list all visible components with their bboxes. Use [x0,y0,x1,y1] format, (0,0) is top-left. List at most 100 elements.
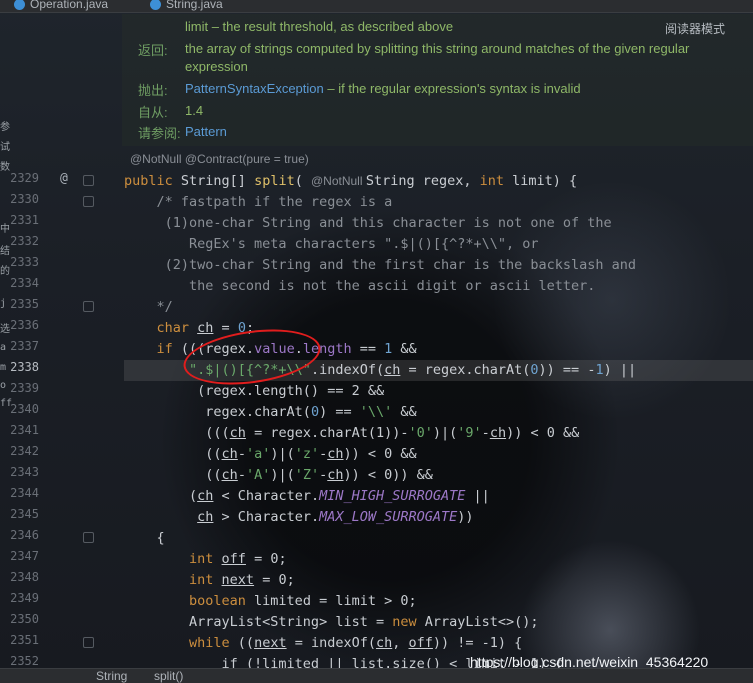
token-char: '0' [408,425,433,441]
token-var: off [221,551,246,567]
token: , [392,635,409,651]
line-number: 2330 [10,192,39,206]
line-number: 2332 [10,234,39,248]
token: > Character. [213,509,320,525]
breadcrumb-class[interactable]: String [96,669,127,683]
token-var: ch [197,320,214,336]
breadcrumb-method[interactable]: split() [154,669,183,683]
token: && [392,341,417,357]
code-line: int next = 0; [124,570,295,591]
token: = regex.charAt( [400,362,531,378]
doc-returns-line1: the array of strings computed by splitti… [185,41,690,56]
token: )) < 0 && [343,446,417,462]
tab-label: String.java [166,0,223,11]
tab-string-java[interactable]: String.java [150,0,223,12]
fold-toggle-icon[interactable] [83,637,94,648]
token: )) [457,509,474,525]
strip-char: m [0,362,7,373]
tab-label: Operation.java [30,0,109,11]
code-line: (regex.length() == 2 && [124,383,385,399]
code-line: (ch < Character.MIN_HIGH_SURROGATE || [124,486,490,507]
java-class-icon [14,0,25,10]
code-line: ((ch-'a')|('z'-ch)) < 0 && [124,444,417,465]
token-number: 1 [595,362,604,378]
java-class-icon [150,0,161,10]
line-number: 2335 [10,297,39,311]
token: || [465,488,490,504]
line-number: 2350 [10,612,39,626]
line-number: 2348 [10,570,39,584]
line-number: 2333 [10,255,39,269]
strip-char: 结 [0,246,10,257]
strip-char: a [0,342,7,353]
token-var: ch [221,467,238,483]
token: )) < 0)) && [343,467,433,483]
token-var: ch [197,488,214,504]
doc-throws-desc: – if the regular expression's syntax is … [323,81,581,96]
fold-toggle-icon[interactable] [83,532,94,543]
token-char: 'a' [245,446,271,462]
token: (( [124,467,222,483]
override-marker-icon[interactable]: @ [60,171,68,186]
token: = regex.charAt(1))- [245,425,409,441]
token-constant: MIN_HIGH_SURROGATE [319,488,466,504]
fold-toggle-icon[interactable] [83,175,94,186]
token: (( [124,446,222,462]
token: .indexOf( [310,362,385,378]
strip-char: j [0,298,7,309]
token: String[] [180,173,255,189]
doc-throws-key: 抛出: [138,83,168,98]
token: )) < 0 && [506,425,580,441]
code-line: boolean limited = limit > 0; [124,591,417,612]
line-number: 2352 [10,654,39,668]
line-number: 2344 [10,486,39,500]
token: limited = limit > 0; [254,593,417,609]
token: )) == - [538,362,596,378]
token-var: ch [489,425,507,441]
token-var: next [254,635,287,651]
code-line: { [124,530,165,546]
strip-char: 数 [0,162,10,173]
code-line: ((ch-'A')|('Z'-ch)) < 0)) && [124,465,433,486]
reader-mode-button[interactable]: 阅读器模式 [665,20,725,37]
token: = 0; [254,572,295,588]
tab-operation-java[interactable]: Operation.java [14,0,108,12]
token-keyword: public [124,173,181,189]
doc-returns-key: 返回: [138,43,168,58]
token: )|( [432,425,458,441]
token-keyword: int [124,551,222,567]
method-annotations: @NotNull @Contract(pure = true) [130,152,309,166]
line-number: 2341 [10,423,39,437]
fold-toggle-icon[interactable] [83,196,94,207]
strip-char: ff [0,398,13,409]
token-var: ch [384,362,401,378]
code-comment-line: the second is not the ascii digit or asc… [124,278,596,294]
line-number: 2347 [10,549,39,563]
pattern-link[interactable]: Pattern [185,124,227,139]
fold-toggle-icon[interactable] [83,301,94,312]
token: == [351,341,385,357]
token-var: ch [221,446,238,462]
token: ArrayList<>(); [424,614,539,630]
doc-returns-val: the array of strings computed by splitti… [185,40,740,76]
token-keyword: int [479,173,513,189]
line-number: 2337 [10,339,39,353]
pattern-syntax-exception-link[interactable]: PatternSyntaxException [185,81,324,96]
code-comment-line: (2)two-char String and the first char is… [124,257,637,273]
token: String regex, [365,173,480,189]
token: ) || [603,362,637,378]
left-tool-strip: 参 试 数 中 结 的 j 选 a m o ff [0,110,13,410]
code-line: ch > Character.MAX_LOW_SURROGATE)) [124,507,474,528]
doc-since-key: 自从: [138,105,168,120]
token-var: ch [197,509,214,525]
breadcrumb-bar: String split() [0,668,753,683]
line-number-current: 2338 [10,360,39,374]
line-number: 2329 [10,171,39,185]
code-line: regex.charAt(0) == '\\' && [124,402,416,423]
line-number: 2340 [10,402,39,416]
token: regex.charAt( [124,404,311,420]
token-keyword: new [392,614,425,630]
doc-throws-val: PatternSyntaxException – if the regular … [185,80,740,98]
token-annotation: @NotNull [310,174,366,188]
